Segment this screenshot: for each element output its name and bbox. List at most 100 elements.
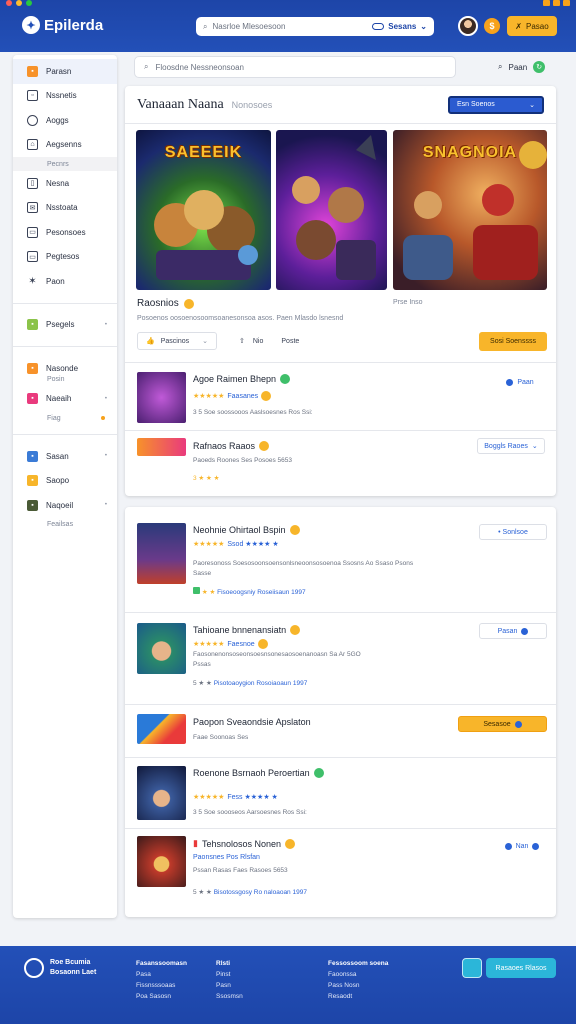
logo-icon: ✦ <box>22 16 40 34</box>
book-icon: ▯ <box>27 177 38 189</box>
sidebar-divider <box>13 434 117 435</box>
sidebar-item-label: Pesonsoes <box>46 227 86 237</box>
rating-stars: ★★★★★ <box>193 393 225 400</box>
sidebar-item-globe[interactable]: Aoggs <box>13 108 117 133</box>
sidebar-item-chat[interactable]: ▭ Pesonsoes <box>13 220 117 245</box>
filter-button[interactable]: ⌕ Paan ↻ <box>492 56 554 78</box>
list-item-meta-text: Pisotoaoygion Rosoiaoaun 1997 <box>213 680 308 687</box>
list-item-tag[interactable]: Nan <box>497 838 547 854</box>
list-item-tag[interactable]: Pasan <box>479 623 547 639</box>
list-item-meta: 3 ★ ★ ★ <box>193 475 220 482</box>
footer-column-1: Fasanssoomasn Pasa Fissnsssoaas Poa Saso… <box>136 958 187 1002</box>
list-item-action-button[interactable]: Sesasoe <box>458 716 547 732</box>
share-label[interactable]: Nio <box>253 338 264 345</box>
sidebar-group-5[interactable]: ▪ Naqoeil • <box>13 493 117 518</box>
footer-link[interactable]: Fasanssoomasn <box>136 960 187 967</box>
footer-link[interactable]: Fissnsssoaas <box>136 982 175 989</box>
sidebar-group-3[interactable]: ▪ Sasan • <box>13 444 117 469</box>
verified-icon <box>280 374 291 384</box>
sidebar-item-label: Nssnetis <box>46 91 77 101</box>
featured-header: Vanaaan Naana Nonosoes Esn Soenos ⌄ <box>125 86 556 124</box>
close-window-icon[interactable] <box>6 0 12 6</box>
game-icon: ▪ <box>27 450 38 462</box>
divider <box>125 612 556 613</box>
list-item-tag[interactable]: Paan <box>497 374 543 390</box>
sidebar-group-0[interactable]: ▪ Psegels • <box>13 313 117 338</box>
toggle-icon <box>372 23 385 30</box>
comment-label[interactable]: Poste <box>281 338 299 345</box>
footer-logo[interactable]: Roe Bcumia Bosaonn Laet <box>24 958 96 978</box>
info-icon <box>532 842 540 850</box>
main-search-input[interactable]: ⌕ Floosdne Nessneonsoan <box>134 56 456 78</box>
thumbs-up-icon: 👍 <box>146 338 155 345</box>
list-item[interactable]: ▮ Tehsnolosos Nonen Paonsnes Pos Rlsfan … <box>137 836 546 896</box>
footer-button[interactable]: Rasaoes Rlasos <box>486 958 556 978</box>
list-item-meta-text: Bisotossgosy Ro naloaoan 1997 <box>213 889 307 896</box>
globe-icon <box>27 114 38 126</box>
list-item[interactable]: Agoe Raimen Bhepn ★★★★★ Faasanes 3 5 Soe… <box>137 372 546 426</box>
share-icon[interactable]: ⇧ <box>239 337 245 345</box>
top-search-placeholder: Nasrloe Mlesoesoon <box>212 22 286 31</box>
user-avatar[interactable] <box>458 16 478 36</box>
sidebar-group-2[interactable]: ▪ Naeaih • <box>13 387 117 412</box>
game-thumbnail <box>137 766 186 820</box>
list-item[interactable]: Roenone Bsrnaoh Peroertian ★★★★★ Fess ★★… <box>137 766 546 826</box>
like-button[interactable]: 👍 Pascinos ⌄ <box>137 332 217 350</box>
sidebar-item-book[interactable]: ▯ Nesna <box>13 171 117 196</box>
featured-dropdown[interactable]: Esn Soenos ⌄ <box>448 95 544 114</box>
divider <box>125 828 556 829</box>
sidebar-item-label: Aoggs <box>46 115 69 125</box>
featured-art-1[interactable]: SAEEEIK <box>136 130 271 290</box>
chevron-icon: • <box>104 502 107 509</box>
list-item-tag[interactable]: • Sonlsoe <box>479 524 547 540</box>
list-item-title-text: Agoe Raimen Bhepn <box>193 374 277 384</box>
footer-link[interactable]: Pinst <box>216 971 230 978</box>
heroes-illustration <box>154 190 258 280</box>
sidebar-subitem[interactable]: Pecnrs <box>13 157 117 171</box>
list-item-title: Agoe Raimen Bhepn <box>193 374 291 384</box>
featured-art-3[interactable]: SNAGNOIA <box>393 130 547 290</box>
footer-link[interactable]: Pasa <box>136 971 151 978</box>
top-search-input[interactable]: ⌕ Nasrloe Mlesoesoon Sesans ⌄ <box>196 17 434 36</box>
coin-icon[interactable]: $ <box>484 18 500 34</box>
sidebar-group-1[interactable]: ▪ Nasonde <box>13 356 117 381</box>
sidebar-group-4[interactable]: ▪ Saopo <box>13 469 117 494</box>
sidebar-item-store[interactable]: ⌂ Aegsenns <box>13 133 117 158</box>
footer-link[interactable]: Faoonssa <box>328 971 357 978</box>
check-icon <box>193 587 200 594</box>
list-item-tag[interactable]: Boggls Raoes ⌄ <box>477 438 545 454</box>
footer-link[interactable]: Pass Nosn <box>328 982 359 989</box>
top-action-button[interactable]: ✗ Pasao <box>507 16 557 36</box>
chat-icon[interactable] <box>462 958 482 978</box>
app-logo[interactable]: ✦ Epilerda <box>22 16 103 34</box>
sidebar-group-sub: Feailsas <box>47 521 74 528</box>
featured-name-label: Raosnios <box>137 298 179 309</box>
status-icons <box>543 0 570 6</box>
info-icon <box>514 720 522 728</box>
footer-link[interactable]: Fessossoom soena <box>328 960 388 967</box>
sidebar-item-news[interactable]: ▫ Nssnetis <box>13 84 117 109</box>
sidebar-item-star[interactable]: ✶ Paon <box>13 269 117 294</box>
list-item-meta: 5 ★ ★ Bisotossgosy Ro naloaoan 1997 <box>193 889 307 896</box>
minimize-window-icon[interactable] <box>16 0 22 6</box>
footer-link[interactable]: Rlsti <box>216 960 230 967</box>
divider <box>125 704 556 705</box>
sidebar-item-folder[interactable]: ▭ Pegtesos <box>13 245 117 270</box>
featured-action-button[interactable]: Sosi Soenssss <box>479 332 547 351</box>
sidebar-item-label: Parasn <box>46 66 72 76</box>
featured-description: Posoenos oosoenosoomsoanesonsoa asos. Pa… <box>137 315 344 322</box>
sidebar-group-label: Naqoeil <box>46 500 74 510</box>
footer-link[interactable]: Resaodt <box>328 993 352 1000</box>
list-item-meta-line: Pssan Rasas Faes Rasoes 5653 <box>193 867 288 874</box>
search-scope-select[interactable]: Sesans ⌄ <box>372 22 427 31</box>
rating-label: Fess ★★★★ ★ <box>227 794 278 801</box>
featured-art-2[interactable] <box>276 130 387 290</box>
sidebar-item-mail[interactable]: ✉ Nsstoata <box>13 196 117 221</box>
footer-link[interactable]: Poa Sasosn <box>136 993 171 1000</box>
maximize-window-icon[interactable] <box>26 0 32 6</box>
list-item-meta-line: Paoeds Roones Ses Posoes 5653 <box>193 457 293 464</box>
footer-link[interactable]: Ssosmsn <box>216 993 243 1000</box>
search-icon: ⌕ <box>203 21 208 31</box>
sidebar-item-home[interactable]: ▪ Parasn <box>13 59 117 84</box>
footer-link[interactable]: Pasn <box>216 982 231 989</box>
